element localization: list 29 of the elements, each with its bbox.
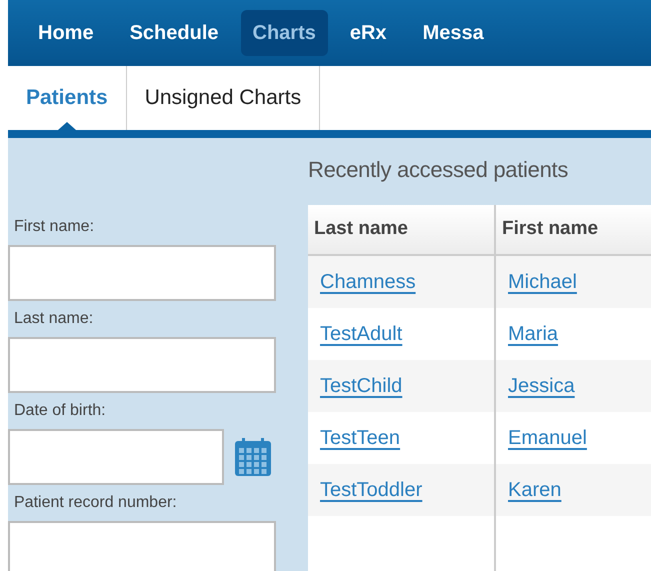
patient-link[interactable]: TestAdult xyxy=(320,319,402,349)
page-tab[interactable]: Unsigned Charts xyxy=(126,66,320,130)
text-field[interactable] xyxy=(8,337,276,393)
patient-link[interactable]: Maria xyxy=(508,319,558,349)
text-field[interactable] xyxy=(8,429,224,485)
patient-link[interactable]: Karen xyxy=(508,475,562,505)
field-label: Patient record number: xyxy=(13,493,178,513)
field-label: First name: xyxy=(13,217,96,237)
nav-tab[interactable]: Charts xyxy=(240,10,328,56)
patient-link[interactable]: Michael xyxy=(508,267,577,297)
column-header[interactable]: First name xyxy=(496,205,651,254)
nav-tab[interactable]: Home xyxy=(24,10,108,56)
section-title: Recently accessed patients xyxy=(308,156,570,184)
patient-link[interactable]: TestToddler xyxy=(320,475,422,505)
column-header[interactable]: Last name xyxy=(308,205,496,254)
patient-link[interactable]: TestTeen xyxy=(320,423,400,453)
patient-link[interactable]: Emanuel xyxy=(508,423,587,453)
patient-link[interactable]: Jessica xyxy=(508,371,575,401)
nav-tab[interactable]: Schedule xyxy=(116,10,232,56)
nav-tab[interactable]: eRx xyxy=(336,10,401,56)
calendar-icon[interactable] xyxy=(234,437,272,477)
nav-tab[interactable]: Messa xyxy=(408,10,498,56)
text-field[interactable] xyxy=(8,245,276,301)
field-label: Last name: xyxy=(13,309,94,329)
patient-link[interactable]: TestChild xyxy=(320,371,402,401)
text-field[interactable] xyxy=(8,521,276,571)
field-label: Date of birth: xyxy=(13,401,107,421)
page-tab[interactable]: Patients xyxy=(8,66,127,130)
patient-link[interactable]: Chamness xyxy=(320,267,416,297)
